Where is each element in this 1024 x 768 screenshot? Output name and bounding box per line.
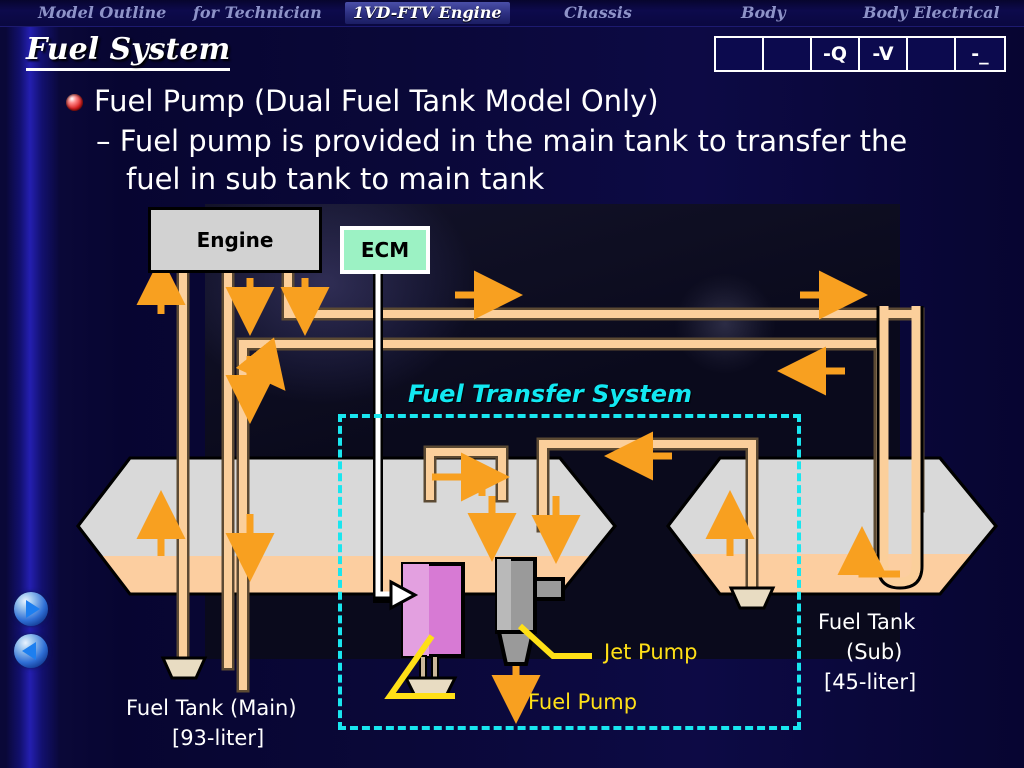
bullet-sub-text-line-1: – Fuel pump is provided in the main tank… xyxy=(96,124,908,158)
tab-body-electrical[interactable]: Body Electrical xyxy=(855,2,1008,24)
tab-body[interactable]: Body xyxy=(733,2,794,24)
code-box-5 xyxy=(908,38,956,70)
page-title: Fuel System xyxy=(26,32,231,71)
bullet-sphere-icon xyxy=(66,94,83,111)
fuel-transfer-system-label: Fuel Transfer System xyxy=(408,380,693,408)
navigation-tab-bar: Model Outline for Technician 1VD-FTV Eng… xyxy=(0,0,1024,27)
pipe-strainer-main-1 xyxy=(160,656,208,680)
code-box-4: -V xyxy=(860,38,908,70)
ecm-label: ECM xyxy=(360,238,410,262)
engine-box: Engine xyxy=(148,207,322,273)
code-box-6: -_ xyxy=(956,38,1004,70)
fuel-pump-label: Fuel Pump xyxy=(528,690,638,714)
fuel-system-diagram: Engine ECM Fuel Transfer System Jet Pump… xyxy=(0,196,1024,768)
sub-tank-label-line-1: Fuel Tank xyxy=(818,610,916,634)
tab-model-outline[interactable]: Model Outline xyxy=(30,2,174,24)
bullet-sub-text-line-2: fuel in sub tank to main tank xyxy=(126,162,545,196)
code-box-2 xyxy=(764,38,812,70)
engine-label: Engine xyxy=(196,228,274,252)
main-tank-label-line-2: [93-liter] xyxy=(172,726,265,750)
code-box-group: -Q -V -_ xyxy=(714,36,1006,72)
code-box-3: -Q xyxy=(812,38,860,70)
sub-tank-label-line-3: [45-liter] xyxy=(824,670,917,694)
code-box-1 xyxy=(716,38,764,70)
jet-pump-label: Jet Pump xyxy=(604,640,698,664)
tab-for-technician[interactable]: for Technician xyxy=(185,2,330,24)
main-tank-label-line-1: Fuel Tank (Main) xyxy=(126,696,297,720)
sub-tank-label-line-2: (Sub) xyxy=(846,640,903,664)
tab-1vd-ftv-engine[interactable]: 1VD-FTV Engine xyxy=(345,2,510,24)
slide-root: Model Outline for Technician 1VD-FTV Eng… xyxy=(0,0,1024,768)
tab-chassis[interactable]: Chassis xyxy=(556,2,640,24)
ecm-box: ECM xyxy=(340,226,430,274)
fuel-transfer-system-boundary xyxy=(338,414,801,730)
bullet-heading-text: Fuel Pump (Dual Fuel Tank Model Only) xyxy=(94,84,659,118)
